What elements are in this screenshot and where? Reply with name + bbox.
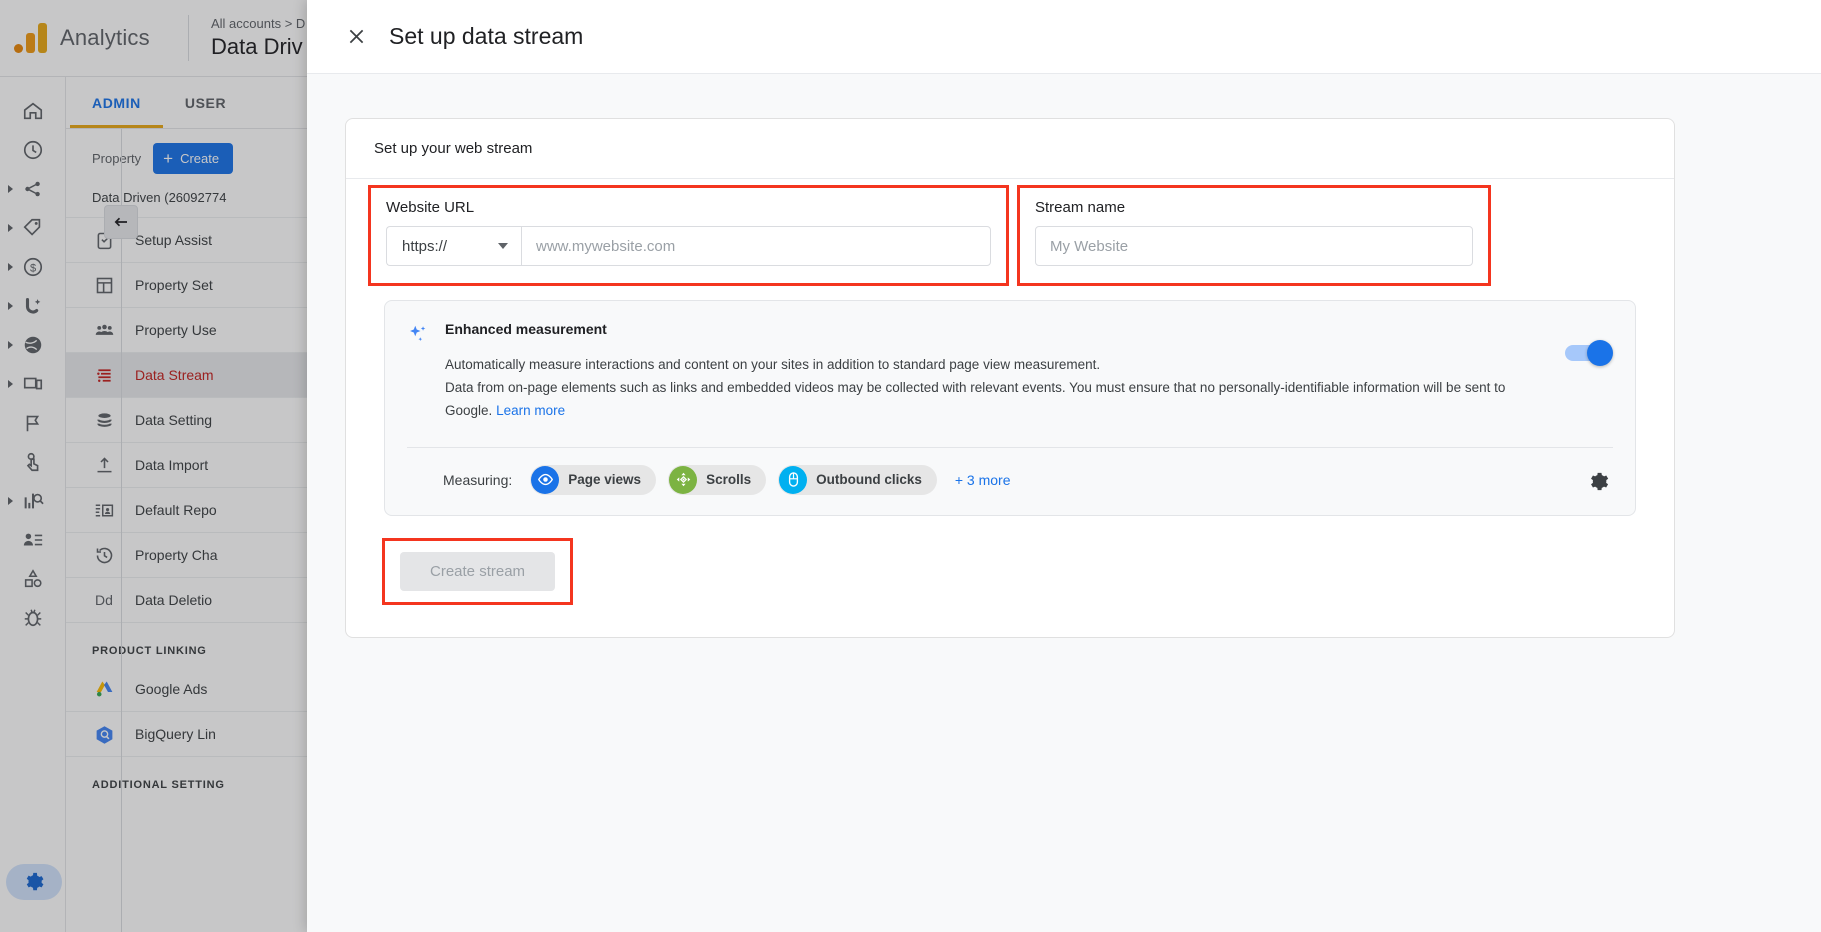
stream-name-label: Stream name xyxy=(1035,199,1473,216)
enhanced-measurement-panel: Enhanced measurement Automatically measu… xyxy=(384,300,1636,516)
description-line-2: Data from on-page elements such as links… xyxy=(445,380,1505,418)
modal-title: Set up data stream xyxy=(389,23,583,50)
web-stream-card: Set up your web stream Website URL https… xyxy=(345,118,1675,638)
url-scheme-select[interactable]: https:// xyxy=(386,226,521,266)
chevron-down-icon xyxy=(498,243,508,249)
measuring-row: Measuring: Page views xyxy=(385,448,1635,515)
close-modal-button[interactable] xyxy=(339,20,373,54)
chip-label: Page views xyxy=(568,472,641,487)
chip-label: Outbound clicks xyxy=(816,472,922,487)
website-url-inputs: https:// xyxy=(386,226,991,266)
eye-icon xyxy=(531,466,559,494)
stream-name-field-group: Stream name xyxy=(1019,187,1489,284)
enhanced-measurement-settings-button[interactable] xyxy=(1583,466,1613,496)
website-url-label: Website URL xyxy=(386,199,991,216)
sparkle-icon xyxy=(407,321,437,423)
learn-more-link[interactable]: Learn more xyxy=(496,403,565,418)
enhanced-measurement-description: Automatically measure interactions and c… xyxy=(445,353,1543,423)
gear-icon xyxy=(1587,470,1610,493)
create-stream-highlight: Create stream xyxy=(384,540,571,603)
screen-root: Analytics All accounts > D Data Driv ADM… xyxy=(0,0,1821,932)
card-title: Set up your web stream xyxy=(346,119,1674,179)
enhanced-measurement-text: Enhanced measurement Automatically measu… xyxy=(437,321,1613,423)
close-icon xyxy=(346,26,367,47)
description-line-1: Automatically measure interactions and c… xyxy=(445,357,1100,372)
url-scheme-value: https:// xyxy=(402,238,447,255)
chip-scrolls[interactable]: Scrolls xyxy=(668,465,766,495)
create-stream-button[interactable]: Create stream xyxy=(400,552,555,591)
modal-body: Set up your web stream Website URL https… xyxy=(307,74,1821,638)
website-url-field-group: Website URL https:// xyxy=(370,187,1007,284)
fields-row: Website URL https:// Stream name xyxy=(370,187,1650,284)
card-body: Website URL https:// Stream name xyxy=(346,179,1674,637)
enhanced-measurement-top: Enhanced measurement Automatically measu… xyxy=(385,301,1635,429)
chip-label: Scrolls xyxy=(706,472,751,487)
chip-page-views[interactable]: Page views xyxy=(530,465,656,495)
enhanced-measurement-toggle[interactable] xyxy=(1565,345,1609,361)
toggle-knob xyxy=(1587,340,1613,366)
create-stream-area: Create stream xyxy=(370,516,1650,613)
mouse-icon xyxy=(779,466,807,494)
scroll-target-icon xyxy=(669,466,697,494)
modal-header: Set up data stream xyxy=(307,0,1821,74)
chip-outbound-clicks[interactable]: Outbound clicks xyxy=(778,465,937,495)
setup-data-stream-modal: Set up data stream Set up your web strea… xyxy=(307,0,1821,932)
more-measurements-link[interactable]: + 3 more xyxy=(955,472,1011,488)
stream-name-input[interactable] xyxy=(1035,226,1473,266)
website-url-input[interactable] xyxy=(521,226,991,266)
measuring-label: Measuring: xyxy=(443,472,512,488)
enhanced-measurement-title: Enhanced measurement xyxy=(445,321,1543,337)
